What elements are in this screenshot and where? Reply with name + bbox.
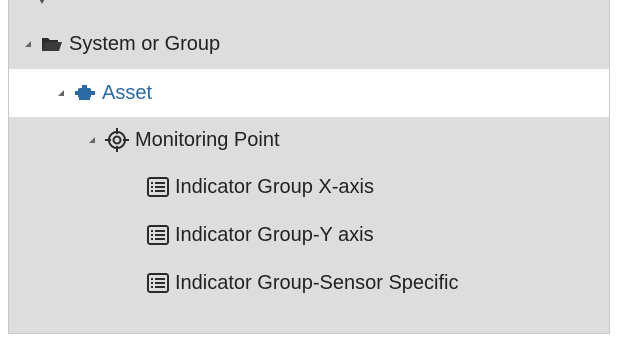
tree-node-monitoring-point[interactable]: Monitoring Point — [9, 116, 609, 164]
tree-node-label: Monitoring Point — [135, 128, 280, 151]
tree-node-indicator-group[interactable]: Indicator Group X-axis — [9, 163, 609, 211]
expand-triangle-icon[interactable] — [58, 90, 64, 96]
tree-node-system-group[interactable]: System or Group — [9, 20, 609, 68]
list-icon — [147, 273, 169, 293]
motor-icon — [74, 84, 96, 102]
tree-node-label: Indicator Group X-axis — [175, 175, 374, 198]
expand-triangle-icon[interactable] — [89, 137, 95, 143]
folder-icon — [41, 35, 63, 53]
tree-node-label: System or Group — [69, 32, 221, 55]
tree-node-label: Indicator Group-Y axis — [175, 223, 374, 246]
tree-node-indicator-group[interactable]: Indicator Group-Sensor Specific — [9, 259, 609, 307]
tree-node-label: Asset — [102, 81, 153, 104]
list-icon — [147, 177, 169, 197]
target-icon — [105, 128, 129, 152]
tree-node-label: Indicator Group-Sensor Specific — [175, 271, 459, 294]
expand-triangle-icon[interactable] — [25, 41, 31, 47]
tree-node-asset[interactable]: Asset — [9, 69, 609, 117]
tree-panel: System or Group Asset Monitoring Point I… — [8, 0, 610, 334]
scroll-up-arrow-icon[interactable] — [38, 0, 46, 4]
tree-node-indicator-group[interactable]: Indicator Group-Y axis — [9, 211, 609, 259]
list-icon — [147, 225, 169, 245]
